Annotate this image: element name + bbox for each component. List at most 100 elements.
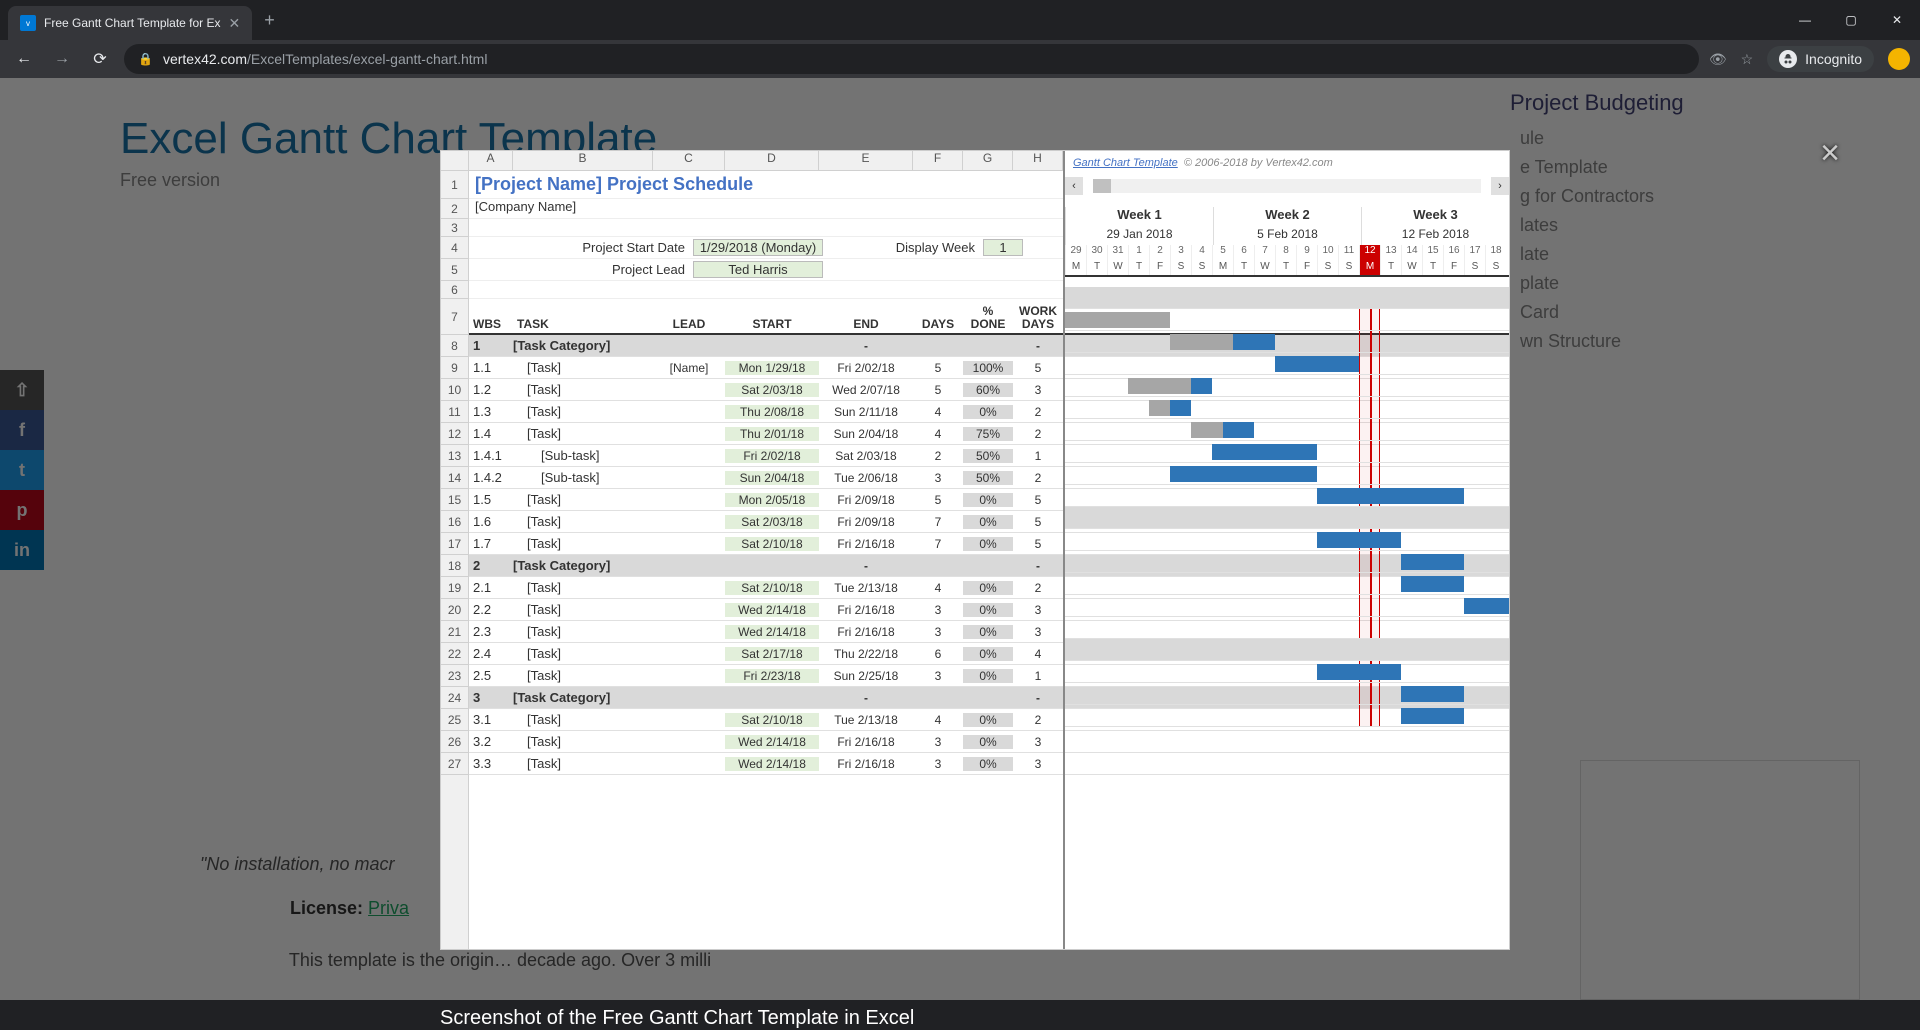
- bookmark-icon[interactable]: ☆: [1741, 51, 1754, 68]
- row-number[interactable]: 2: [441, 199, 468, 219]
- gantt-row: [1065, 485, 1509, 507]
- row-number[interactable]: 22: [441, 643, 468, 665]
- row-number[interactable]: 26: [441, 731, 468, 753]
- project-lead-input[interactable]: Ted Harris: [693, 261, 823, 278]
- column-header[interactable]: F: [913, 151, 963, 170]
- day-number: 14: [1401, 245, 1422, 261]
- day-letter: S: [1464, 261, 1485, 275]
- week-date: 5 Feb 2018: [1213, 227, 1361, 245]
- reload-button[interactable]: ⟳: [86, 49, 114, 69]
- week-date: 12 Feb 2018: [1361, 227, 1509, 245]
- excel-screenshot: 1234567891011121314151617181920212223242…: [440, 150, 1510, 950]
- lightbox-modal: × 12345678910111213141516171819202122232…: [440, 150, 1510, 1000]
- maximize-button[interactable]: ▢: [1828, 0, 1874, 40]
- day-number: 18: [1485, 245, 1506, 261]
- row-number[interactable]: 16: [441, 511, 468, 533]
- day-letter: S: [1170, 261, 1191, 275]
- gantt-bar: [1317, 488, 1464, 504]
- day-number: 9: [1296, 245, 1317, 261]
- gantt-bar-progress: [1170, 334, 1233, 350]
- day-letter: M: [1065, 261, 1086, 275]
- row-number[interactable]: 20: [441, 599, 468, 621]
- day-letter: S: [1338, 261, 1359, 275]
- column-header[interactable]: G: [963, 151, 1013, 170]
- column-header[interactable]: B: [513, 151, 653, 170]
- row-number[interactable]: 24: [441, 687, 468, 709]
- day-letter: T: [1380, 261, 1401, 275]
- gantt-bar: [1401, 576, 1464, 592]
- week-date: 29 Jan 2018: [1065, 227, 1213, 245]
- day-letter: M: [1212, 261, 1233, 275]
- row-number[interactable]: 11: [441, 401, 468, 423]
- row-number[interactable]: 25: [441, 709, 468, 731]
- row-number[interactable]: 9: [441, 357, 468, 379]
- row-number[interactable]: 7: [441, 299, 468, 335]
- day-letter: T: [1275, 261, 1296, 275]
- scroll-left-button[interactable]: ‹: [1065, 177, 1083, 195]
- incognito-badge[interactable]: Incognito: [1767, 46, 1874, 72]
- row-number[interactable]: 3: [441, 219, 468, 237]
- day-letter: F: [1443, 261, 1464, 275]
- day-number: 3: [1170, 245, 1191, 261]
- day-number: 1: [1128, 245, 1149, 261]
- day-letter: W: [1254, 261, 1275, 275]
- column-header[interactable]: C: [653, 151, 725, 170]
- column-header[interactable]: H: [1013, 151, 1063, 170]
- column-header[interactable]: E: [819, 151, 913, 170]
- gantt-row: [1065, 375, 1509, 397]
- day-letter: F: [1296, 261, 1317, 275]
- row-number[interactable]: 10: [441, 379, 468, 401]
- gantt-bar-progress: [1065, 312, 1170, 328]
- scroll-right-button[interactable]: ›: [1491, 177, 1509, 195]
- row-number[interactable]: 23: [441, 665, 468, 687]
- gantt-bar: [1317, 532, 1401, 548]
- lightbox-close-icon[interactable]: ×: [1820, 134, 1840, 173]
- profile-avatar[interactable]: [1888, 48, 1910, 70]
- row-number[interactable]: 17: [441, 533, 468, 555]
- column-header[interactable]: D: [725, 151, 819, 170]
- row-number[interactable]: 12: [441, 423, 468, 445]
- row-number-gutter: 1234567891011121314151617181920212223242…: [441, 151, 469, 949]
- week-label: Week 3: [1361, 207, 1509, 227]
- row-number[interactable]: 8: [441, 335, 468, 357]
- close-window-button[interactable]: ✕: [1874, 0, 1920, 40]
- tab-close-icon[interactable]: ✕: [229, 15, 241, 32]
- browser-tab[interactable]: v Free Gantt Chart Template for Ex ✕: [8, 6, 252, 40]
- week-scroller: ‹ ›: [1065, 175, 1509, 197]
- column-header[interactable]: A: [469, 151, 513, 170]
- row-number[interactable]: 15: [441, 489, 468, 511]
- forward-button[interactable]: →: [48, 50, 76, 68]
- lock-icon: 🔒: [138, 52, 153, 66]
- incognito-icon: [1779, 50, 1797, 68]
- row-number[interactable]: 1: [441, 171, 468, 199]
- gantt-credits: Gantt Chart Template Gantt Chart Templat…: [1065, 151, 1509, 175]
- scroll-track[interactable]: [1093, 179, 1481, 193]
- gantt-row: [1065, 529, 1509, 551]
- day-number: 12: [1359, 245, 1380, 261]
- project-start-input[interactable]: 1/29/2018 (Monday): [693, 239, 823, 256]
- row-number[interactable]: 14: [441, 467, 468, 489]
- scroll-thumb[interactable]: [1093, 179, 1111, 193]
- row-number[interactable]: 6: [441, 281, 468, 299]
- minimize-button[interactable]: —: [1782, 0, 1828, 40]
- row-number[interactable]: 5: [441, 259, 468, 281]
- row-number[interactable]: 13: [441, 445, 468, 467]
- back-button[interactable]: ←: [10, 50, 38, 68]
- row-number[interactable]: 27: [441, 753, 468, 775]
- row-number[interactable]: 19: [441, 577, 468, 599]
- browser-toolbar: ← → ⟳ 🔒 vertex42.com/ExcelTemplates/exce…: [0, 40, 1920, 78]
- day-letter: W: [1107, 261, 1128, 275]
- day-letter: M: [1359, 261, 1380, 275]
- row-number[interactable]: 18: [441, 555, 468, 577]
- gantt-bar: [1275, 356, 1359, 372]
- display-week-input[interactable]: 1: [983, 239, 1023, 256]
- row-number[interactable]: 21: [441, 621, 468, 643]
- day-number: 10: [1317, 245, 1338, 261]
- address-bar[interactable]: 🔒 vertex42.com/ExcelTemplates/excel-gant…: [124, 44, 1699, 74]
- new-tab-button[interactable]: +: [264, 10, 275, 31]
- eye-off-icon[interactable]: 👁: [1709, 51, 1727, 68]
- gantt-row: [1065, 331, 1509, 353]
- day-number: 30: [1086, 245, 1107, 261]
- week-label: Week 2: [1213, 207, 1361, 227]
- row-number[interactable]: 4: [441, 237, 468, 259]
